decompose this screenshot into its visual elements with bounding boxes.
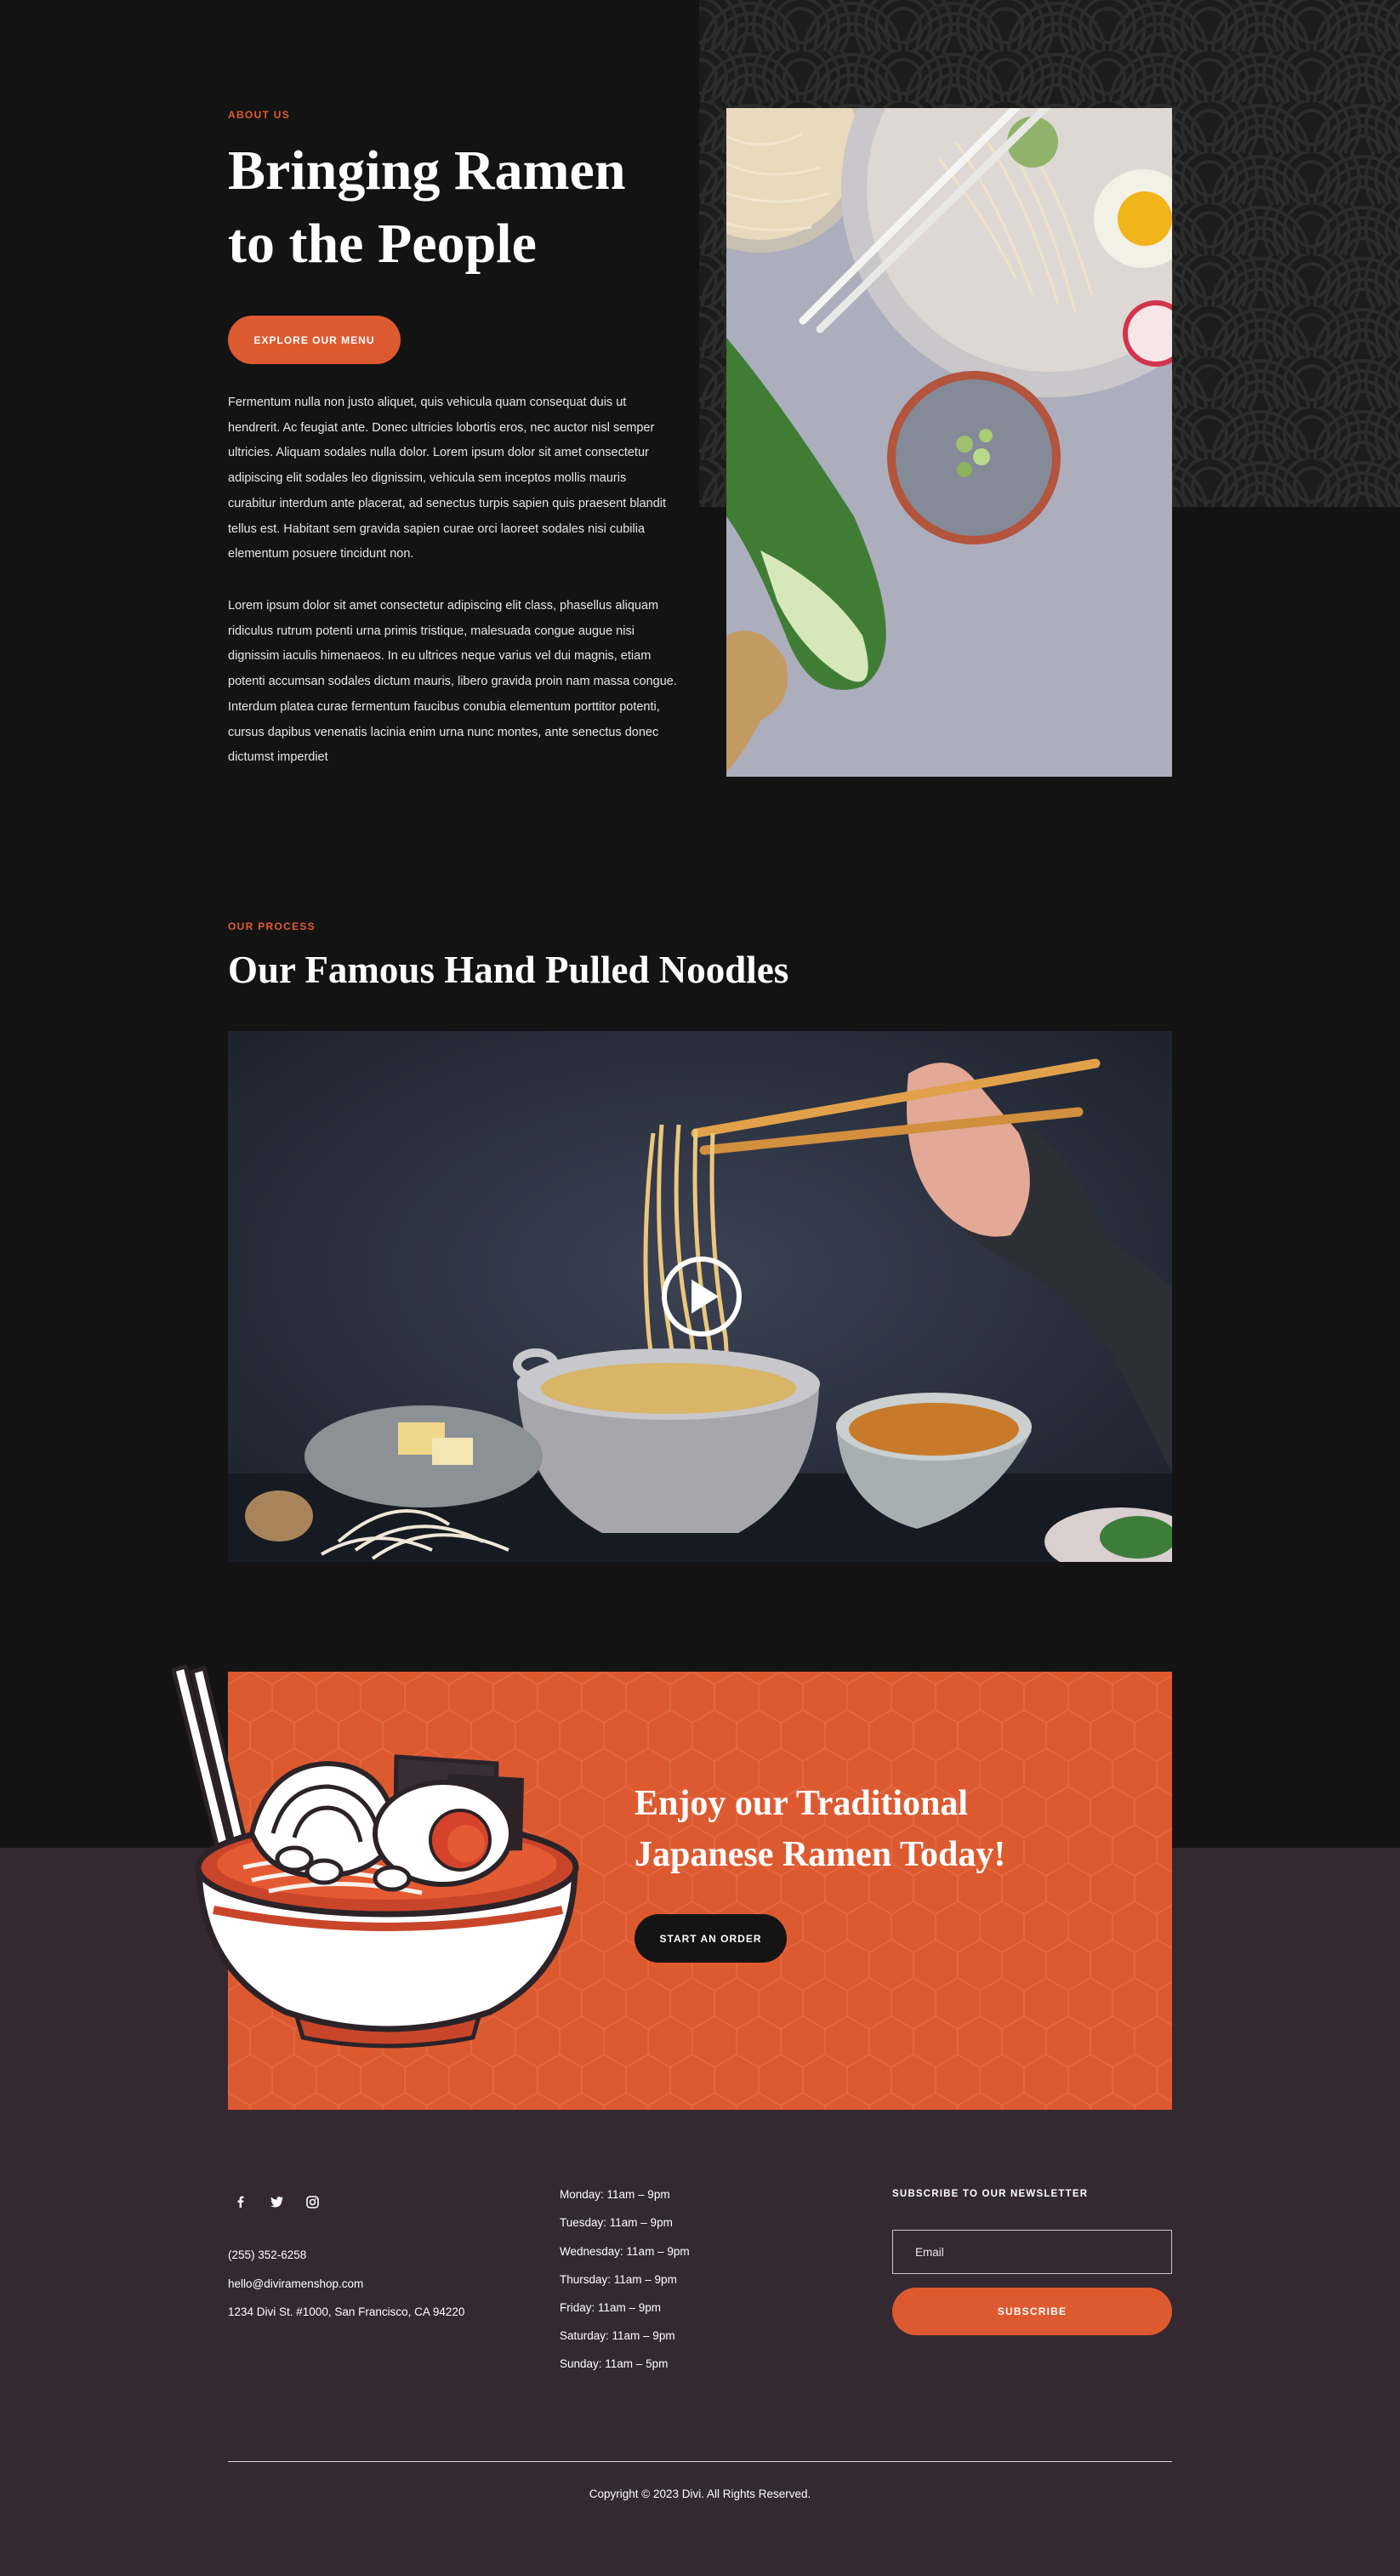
twitter-icon[interactable]: [264, 2189, 289, 2214]
phone-number[interactable]: (255) 352-6258: [228, 2248, 306, 2261]
street-address: 1234 Divi St. #1000, San Francisco, CA 9…: [228, 2305, 465, 2318]
ramen-bowl-illustration: [171, 1664, 579, 2049]
copyright-text: Copyright © 2023 Divi. All Rights Reserv…: [589, 2488, 811, 2500]
instagram-icon[interactable]: [299, 2189, 325, 2214]
subscribe-button[interactable]: SUBSCRIBE: [892, 2288, 1172, 2335]
twitter-glyph: [270, 2196, 283, 2207]
play-icon: [691, 1279, 719, 1314]
footer-divider: [228, 2461, 1172, 2462]
explore-menu-button[interactable]: EXPLORE OUR MENU: [228, 316, 401, 364]
hours-tuesday: Tuesday: 11am – 9pm: [560, 2216, 673, 2229]
about-paragraph-2: Lorem ipsum dolor sit amet consectetur a…: [228, 599, 677, 765]
cta-title: Enjoy our Traditional Japanese Ramen Tod…: [635, 1778, 1077, 1880]
about-paragraph-1: Fermentum nulla non justo aliquet, quis …: [228, 396, 667, 561]
noodles-video[interactable]: [228, 1031, 1172, 1562]
newsletter-heading: SUBSCRIBE TO OUR NEWSLETTER: [892, 2189, 1089, 2199]
hours-wednesday: Wednesday: 11am – 9pm: [560, 2245, 690, 2258]
cta-title-line2: Japanese Ramen Today!: [635, 1835, 1006, 1874]
about-eyebrow: ABOUT US: [228, 109, 291, 121]
hours-sunday: Sunday: 11am – 5pm: [560, 2357, 669, 2370]
hours-monday: Monday: 11am – 9pm: [560, 2188, 670, 2201]
instagram-glyph: [305, 2195, 319, 2208]
start-order-button[interactable]: START AN ORDER: [635, 1914, 787, 1963]
facebook-glyph: [237, 2196, 244, 2208]
process-title: Our Famous Hand Pulled Noodles: [228, 949, 789, 991]
about-title: Bringing Ramen to the People: [228, 134, 704, 281]
about-title-line1: Bringing Ramen: [228, 140, 626, 202]
hours-friday: Friday: 11am – 9pm: [560, 2301, 662, 2314]
process-eyebrow: OUR PROCESS: [228, 920, 316, 932]
about-title-line2: to the People: [228, 213, 537, 275]
hours-saturday: Saturday: 11am – 9pm: [560, 2329, 675, 2342]
newsletter-email-input[interactable]: [892, 2230, 1172, 2274]
about-section: ABOUT US Bringing Ramen to the People EX…: [0, 0, 1400, 851]
ramen-ingredients-photo: [726, 108, 1172, 777]
facebook-icon[interactable]: [228, 2189, 253, 2214]
hours-thursday: Thursday: 11am – 9pm: [560, 2273, 677, 2286]
play-button[interactable]: [662, 1257, 742, 1336]
email-address[interactable]: hello@diviramenshop.com: [228, 2277, 363, 2290]
cta-title-line1: Enjoy our Traditional: [635, 1784, 969, 1823]
